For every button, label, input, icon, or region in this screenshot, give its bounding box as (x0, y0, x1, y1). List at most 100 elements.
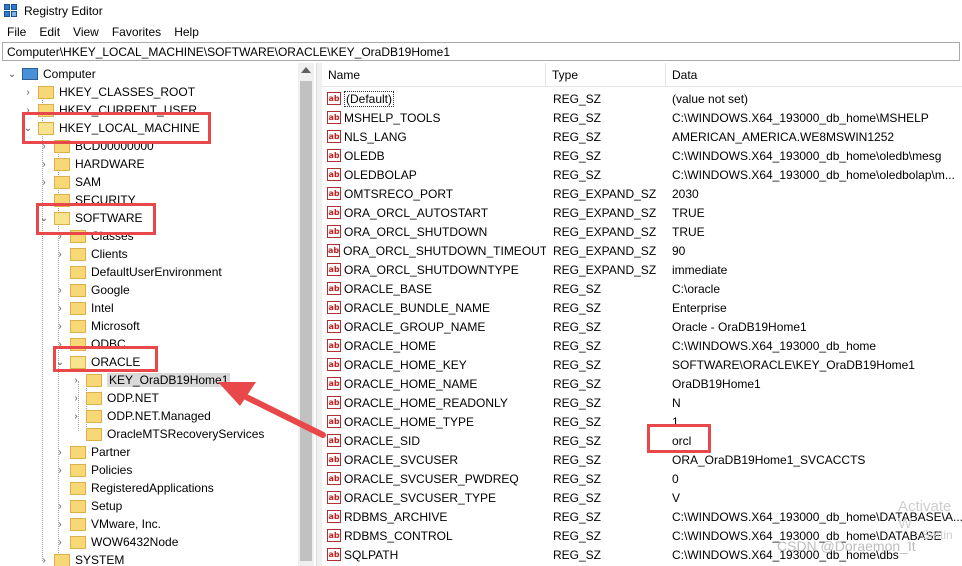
value-row[interactable]: ab ORA_ORCL_SHUTDOWNTYPE REG_EXPAND_SZ imme… (322, 260, 962, 279)
value-row[interactable]: ab ORA_ORCL_SHUTDOWN REG_EXPAND_SZ TRUE (322, 222, 962, 241)
value-data: TRUE (672, 224, 705, 239)
tree-item-registeredapplications[interactable]: RegisteredApplications (54, 479, 214, 497)
value-name: MSHELP_TOOLS (344, 110, 441, 125)
tree-item-hkcr[interactable]: › HKEY_CLASSES_ROOT (22, 83, 195, 101)
address-bar[interactable]: Computer\HKEY_LOCAL_MACHINE\SOFTWARE\ORA… (2, 42, 960, 61)
menu-view[interactable]: View (66, 25, 105, 39)
value-type: REG_SZ (553, 129, 602, 144)
value-name-cell: ab ORACLE_SVCUSER (322, 453, 546, 467)
value-type: REG_SZ (553, 110, 602, 125)
menu-favorites[interactable]: Favorites (105, 25, 167, 39)
watermark-activate: Activate W (898, 498, 952, 532)
string-value-icon: ab (327, 206, 341, 219)
column-header-type[interactable]: Type (546, 63, 666, 87)
tree-item-google[interactable]: › Google (54, 281, 129, 299)
value-row[interactable]: ab ORACLE_SVCUSER_PWDREQ REG_SZ 0 (322, 469, 962, 488)
tree-item-microsoft[interactable]: › Microsoft (54, 317, 139, 335)
value-row[interactable]: ab OLEDB REG_SZ C:\WINDOWS.X64_193000_db_ho… (322, 146, 962, 165)
chevron-right-icon[interactable]: › (70, 407, 82, 425)
value-row[interactable]: ab NLS_LANG REG_SZ AMERICAN_AMERICA.WE8MSWI… (322, 127, 962, 146)
value-name-cell: ab ORACLE_GROUP_NAME (322, 320, 546, 334)
chevron-down-icon[interactable]: ⌄ (6, 65, 18, 83)
chevron-right-icon[interactable]: › (38, 551, 50, 566)
chevron-right-icon[interactable]: › (54, 443, 66, 461)
tree-item-system[interactable]: › SYSTEM (38, 551, 124, 566)
value-row[interactable]: ab ORA_ORCL_SHUTDOWN_TIMEOUT REG_EXPAND_SZ… (322, 241, 962, 260)
tree-item-intel[interactable]: › Intel (54, 299, 113, 317)
column-header-data[interactable]: Data (666, 63, 962, 87)
chevron-right-icon[interactable]: › (54, 461, 66, 479)
value-name: ORACLE_HOME_NAME (344, 376, 478, 391)
tree-item-sam[interactable]: › SAM (38, 173, 101, 191)
value-row[interactable]: ab ORACLE_GROUP_NAME REG_SZ Oracle - OraDB1… (322, 317, 962, 336)
chevron-right-icon[interactable]: › (38, 173, 50, 191)
tree-item-defaultuserenvironment[interactable]: DefaultUserEnvironment (54, 263, 222, 281)
value-row[interactable]: ab RDBMS_ARCHIVE REG_SZ C:\WINDOWS.X64_1930… (322, 507, 962, 526)
tree-item-odp-net-managed[interactable]: › ODP.NET.Managed (70, 407, 211, 425)
value-name-cell: ab ORACLE_BASE (322, 282, 546, 296)
tree-scrollbar[interactable] (298, 63, 314, 566)
tree-item-vmware[interactable]: › VMware, Inc. (54, 515, 161, 533)
folder-icon (70, 517, 86, 531)
value-row[interactable]: ab ORACLE_HOME REG_SZ C:\WINDOWS.X64_193000… (322, 336, 962, 355)
value-row[interactable]: ab ORACLE_SVCUSER_TYPE REG_SZ V (322, 488, 962, 507)
value-row[interactable]: ab (Default) REG_SZ (value not set) (322, 89, 962, 108)
chevron-right-icon[interactable]: › (54, 515, 66, 533)
menu-file[interactable]: File (0, 25, 32, 39)
chevron-right-icon[interactable]: › (54, 299, 66, 317)
value-name-cell: ab (Default) (322, 90, 546, 107)
chevron-right-icon[interactable]: › (70, 389, 82, 407)
chevron-right-icon[interactable]: › (54, 281, 66, 299)
chevron-right-icon[interactable]: › (70, 371, 82, 389)
chevron-right-icon[interactable]: › (54, 245, 66, 263)
value-data: SOFTWARE\ORACLE\KEY_OraDB19Home1 (672, 357, 915, 372)
chevron-right-icon[interactable]: › (22, 83, 34, 101)
value-row[interactable]: ab OMTSRECO_PORT REG_EXPAND_SZ 2030 (322, 184, 962, 203)
value-row[interactable]: ab ORACLE_BASE REG_SZ C:\oracle (322, 279, 962, 298)
value-row[interactable]: ab ORACLE_HOME_NAME REG_SZ OraDB19Home1 (322, 374, 962, 393)
tree-item-setup[interactable]: › Setup (54, 497, 122, 515)
string-value-icon: ab (327, 358, 341, 371)
column-header-name[interactable]: Name (322, 63, 546, 87)
value-row[interactable]: ab OLEDBOLAP REG_SZ C:\WINDOWS.X64_193000_d… (322, 165, 962, 184)
string-value-icon: ab (327, 415, 341, 428)
value-type: REG_EXPAND_SZ (553, 224, 657, 239)
tree-item-wow6432node[interactable]: › WOW6432Node (54, 533, 178, 551)
tree-item-hardware[interactable]: › HARDWARE (38, 155, 144, 173)
value-row[interactable]: ab ORACLE_HOME_TYPE REG_SZ 1 (322, 412, 962, 431)
folder-icon (86, 409, 102, 423)
tree-item-clients[interactable]: › Clients (54, 245, 127, 263)
value-name: ORACLE_BUNDLE_NAME (344, 300, 491, 315)
scroll-up-icon[interactable] (301, 67, 311, 73)
value-type: REG_SZ (553, 319, 602, 334)
value-row[interactable]: ab ORACLE_BUNDLE_NAME REG_SZ Enterprise (322, 298, 962, 317)
tree-item-partner[interactable]: › Partner (54, 443, 130, 461)
value-name: OLEDBOLAP (344, 167, 417, 182)
value-name: ORACLE_SID (344, 433, 421, 448)
tree-item-odp-net[interactable]: › ODP.NET (70, 389, 158, 407)
value-name: ORA_ORCL_AUTOSTART (344, 205, 489, 220)
value-name-cell: ab RDBMS_ARCHIVE (322, 510, 546, 524)
value-name: ORACLE_HOME (344, 338, 437, 353)
value-row[interactable]: ab ORA_ORCL_AUTOSTART REG_EXPAND_SZ TRUE (322, 203, 962, 222)
value-row[interactable]: ab ORACLE_HOME_READONLY REG_SZ N (322, 393, 962, 412)
value-row[interactable]: ab MSHELP_TOOLS REG_SZ C:\WINDOWS.X64_19300… (322, 108, 962, 127)
tree-item-policies[interactable]: › Policies (54, 461, 132, 479)
value-row[interactable]: ab ORACLE_SVCUSER REG_SZ ORA_OraDB19Home1_S… (322, 450, 962, 469)
tree-item-computer[interactable]: ⌄ Computer (6, 65, 96, 83)
value-row[interactable]: ab ORACLE_HOME_KEY REG_SZ SOFTWARE\ORACLE\K… (322, 355, 962, 374)
menu-edit[interactable]: Edit (32, 25, 66, 39)
value-type: REG_SZ (553, 281, 602, 296)
chevron-right-icon[interactable]: › (54, 497, 66, 515)
value-row[interactable]: ab ORACLE_SID REG_SZ orcl (322, 431, 962, 450)
chevron-right-icon[interactable]: › (38, 155, 50, 173)
scrollbar-thumb[interactable] (300, 81, 312, 561)
string-value-icon: ab (327, 282, 341, 295)
tree-item-key-oradb19home1[interactable]: › KEY_OraDB19Home1 (70, 371, 231, 389)
tree-item-oraclemtsrecoveryservices[interactable]: OracleMTSRecoveryServices (70, 425, 264, 443)
value-name: ORACLE_SVCUSER_PWDREQ (344, 471, 519, 486)
folder-icon (70, 445, 86, 459)
chevron-right-icon[interactable]: › (54, 533, 66, 551)
menu-help[interactable]: Help (167, 25, 205, 39)
chevron-right-icon[interactable]: › (54, 317, 66, 335)
